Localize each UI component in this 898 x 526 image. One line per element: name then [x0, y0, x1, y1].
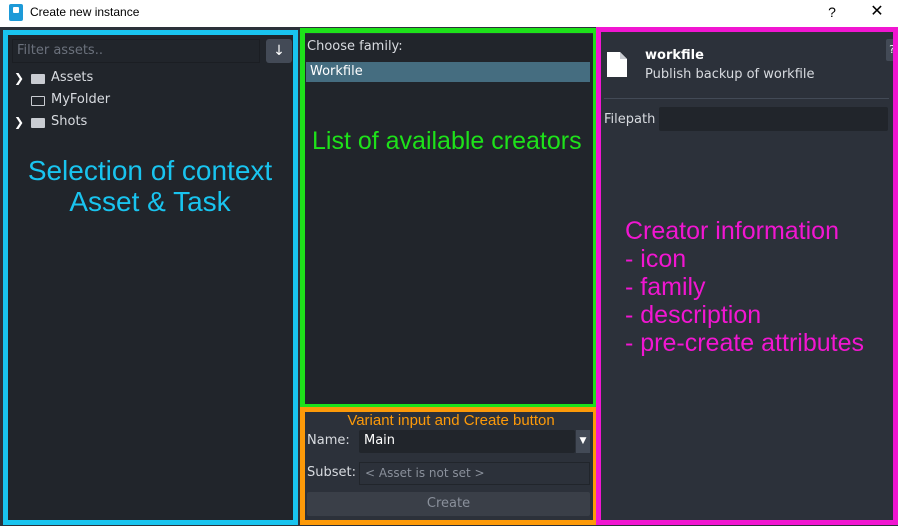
- annotation-line: Creator information: [625, 217, 839, 245]
- choose-family-label: Choose family:: [307, 39, 403, 54]
- variant-dropdown-icon[interactable]: ▼: [576, 430, 590, 453]
- expand-chevron-icon[interactable]: ❯: [14, 71, 24, 85]
- tree-item-label: MyFolder: [51, 92, 111, 107]
- filepath-input[interactable]: [659, 107, 888, 131]
- expand-chevron-icon[interactable]: ❯: [14, 115, 24, 129]
- title-bar: Create new instance ? ✕: [0, 0, 898, 27]
- tree-item-assets[interactable]: ❯ Assets: [14, 69, 284, 89]
- annotation-creators-text: List of available creators: [312, 127, 582, 155]
- create-button[interactable]: Create: [307, 492, 590, 516]
- window-close-button[interactable]: ✕: [863, 2, 891, 22]
- window-title: Create new instance: [30, 5, 140, 19]
- annotation-line: Asset & Task: [69, 185, 231, 217]
- tree-item-shots[interactable]: ❯ Shots: [14, 113, 284, 133]
- creator-family-name: workfile: [645, 48, 704, 63]
- app-logo-icon: [9, 4, 23, 21]
- variant-name-input[interactable]: Main: [359, 430, 575, 453]
- annotation-line: - description: [625, 301, 762, 329]
- document-icon: [607, 52, 627, 77]
- family-item-workfile[interactable]: Workfile: [306, 62, 590, 82]
- annotation-line: - family: [625, 273, 706, 301]
- refresh-arrow-icon[interactable]: ↓: [266, 39, 292, 63]
- annotation-variant-text: Variant input and Create button: [347, 412, 555, 429]
- asset-filter-input[interactable]: Filter assets..: [12, 39, 260, 63]
- window-help-button[interactable]: ?: [818, 2, 846, 22]
- folder-icon: [31, 118, 45, 128]
- annotation-creator-info-text: Creator information - icon - family - de…: [625, 217, 864, 357]
- annotation-context-text: Selection of context Asset & Task: [10, 155, 290, 218]
- filepath-label: Filepath: [604, 112, 656, 127]
- annotation-line: - icon: [625, 245, 687, 273]
- creator-help-button[interactable]: ?: [886, 39, 898, 61]
- tree-item-myfolder[interactable]: MyFolder: [14, 91, 284, 111]
- subset-value: < Asset is not set >: [359, 462, 590, 485]
- name-label: Name:: [307, 433, 350, 448]
- tree-item-label: Shots: [51, 114, 88, 129]
- family-panel: [302, 34, 594, 406]
- annotation-line: Selection of context: [27, 155, 273, 186]
- tree-item-label: Assets: [51, 70, 94, 85]
- annotation-line: - pre-create attributes: [625, 329, 864, 357]
- folder-icon: [31, 74, 45, 84]
- creator-description: Publish backup of workfile: [645, 67, 815, 82]
- subset-label: Subset:: [307, 465, 356, 480]
- folder-outline-icon: [31, 96, 45, 106]
- divider: [604, 98, 889, 99]
